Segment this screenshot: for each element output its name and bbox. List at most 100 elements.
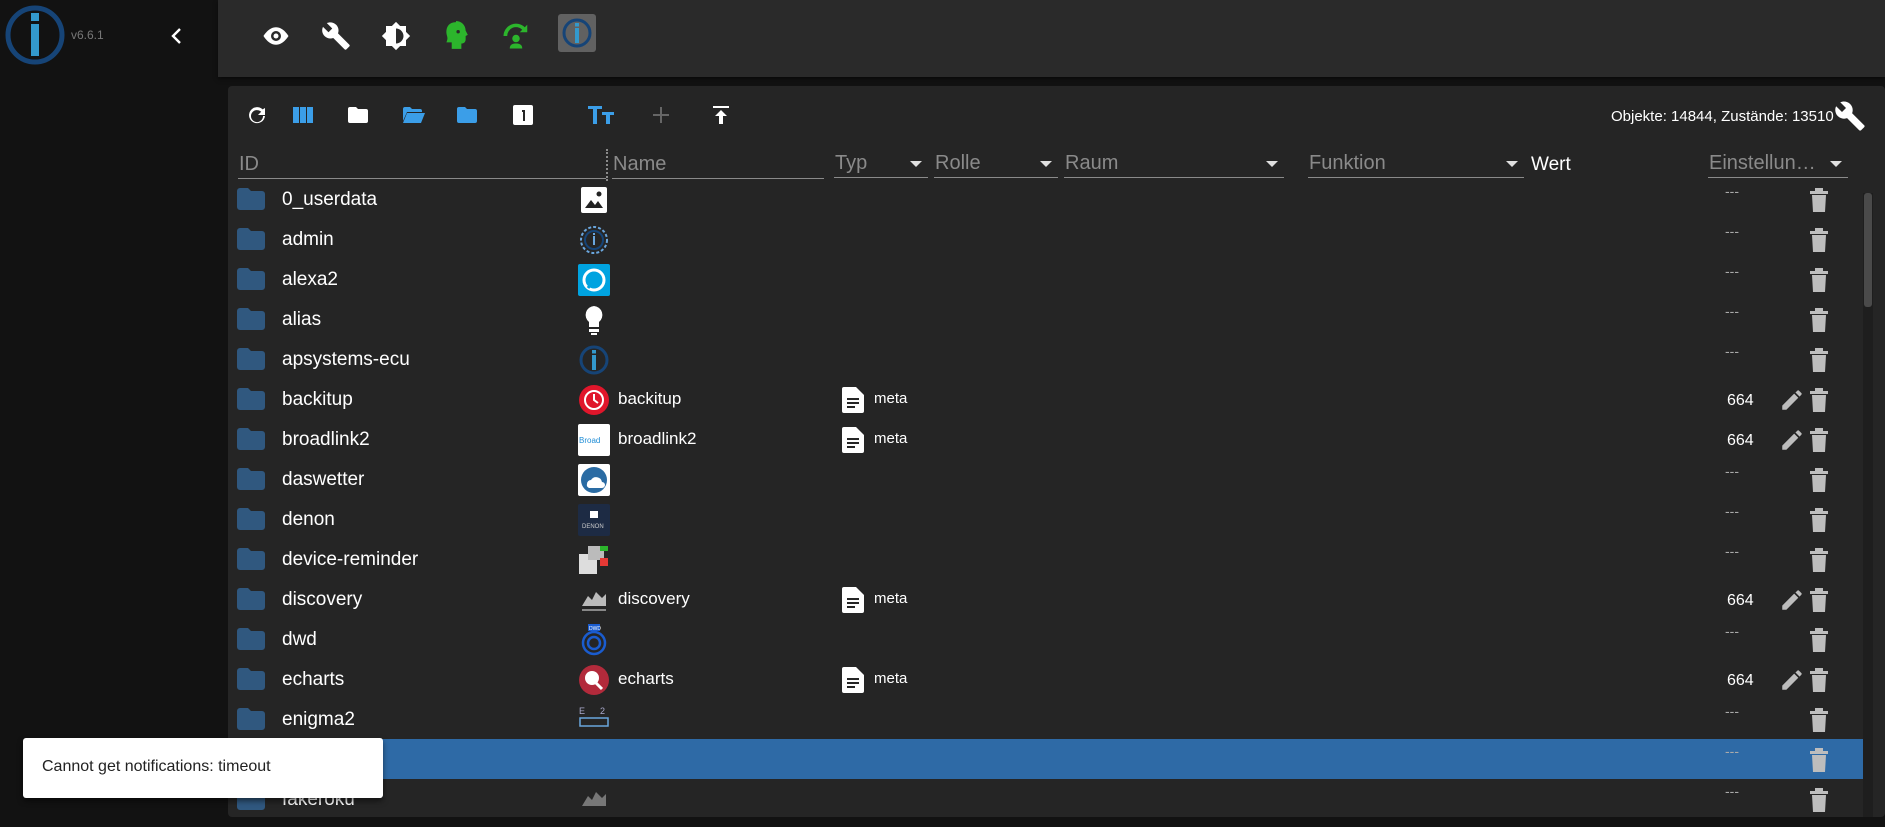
tree-row[interactable]: backitup backitup meta 664: [228, 379, 1873, 419]
delete-icon[interactable]: [1808, 747, 1832, 773]
tree-row[interactable]: alias ---: [228, 299, 1873, 339]
folder-icon[interactable]: [237, 708, 265, 730]
delete-icon[interactable]: [1808, 427, 1832, 453]
folder-icon[interactable]: [237, 268, 265, 290]
folder-icon[interactable]: [237, 628, 265, 650]
columns-icon[interactable]: [288, 100, 318, 130]
edit-icon[interactable]: [1779, 667, 1805, 693]
folder-icon[interactable]: [237, 668, 265, 690]
folder-icon[interactable]: [237, 548, 265, 570]
tree-row[interactable]: echarts echarts meta 664: [228, 659, 1873, 699]
delete-icon[interactable]: [1808, 667, 1832, 693]
function-filter[interactable]: Funktion: [1308, 152, 1524, 178]
folder-icon[interactable]: [237, 388, 265, 410]
delete-icon[interactable]: [1808, 227, 1832, 253]
number-one-icon[interactable]: [508, 100, 538, 130]
edit-icon[interactable]: [1779, 427, 1805, 453]
tree-row[interactable]: dwd DWD ---: [228, 619, 1873, 659]
iobroker-logo[interactable]: [4, 4, 66, 66]
svg-text:DENON: DENON: [582, 524, 604, 530]
delete-icon[interactable]: [1808, 347, 1832, 373]
echarts-icon: [578, 664, 610, 696]
folder-icon[interactable]: [237, 588, 265, 610]
object-id: apsystems-ecu: [282, 349, 410, 370]
folder-icon[interactable]: [452, 100, 482, 130]
tree-row[interactable]: denon DENON ---: [228, 499, 1873, 539]
object-id: broadlink2: [282, 429, 370, 450]
tree-row[interactable]: daswetter ---: [228, 459, 1873, 499]
tree-row[interactable]: alexa2 ---: [228, 259, 1873, 299]
eye-icon[interactable]: [258, 18, 294, 54]
folder-icon[interactable]: [237, 428, 265, 450]
delete-icon[interactable]: [1808, 267, 1832, 293]
wrench-icon[interactable]: [1834, 100, 1866, 132]
object-id: dwd: [282, 629, 317, 650]
settings-filter[interactable]: Einstellun…: [1708, 152, 1848, 178]
delete-icon[interactable]: [1808, 707, 1832, 733]
version-label: v6.6.1: [71, 28, 104, 42]
scrollbar-thumb[interactable]: [1864, 193, 1872, 307]
document-icon: [842, 427, 864, 453]
delete-icon[interactable]: [1808, 547, 1832, 573]
alexa-icon: [578, 264, 610, 296]
broadlink-icon: Broad: [578, 424, 610, 456]
folder-icon[interactable]: [237, 228, 265, 250]
tree-row[interactable]: device-reminder ---: [228, 539, 1873, 579]
object-type: meta: [874, 590, 908, 607]
delete-icon[interactable]: [1808, 187, 1832, 213]
delete-icon[interactable]: [1808, 387, 1832, 413]
tree-row[interactable]: admin ---: [228, 219, 1873, 259]
delete-icon[interactable]: [1808, 787, 1832, 813]
name-filter[interactable]: Name: [612, 153, 824, 179]
tree-row[interactable]: fakeroku ---: [228, 779, 1873, 817]
chevron-down-icon: [1506, 161, 1518, 167]
acl-value: 664: [1727, 432, 1754, 449]
tree-row[interactable]: enigma2 E 2 ---: [228, 699, 1873, 739]
text-size-icon[interactable]: [586, 100, 616, 130]
empty-value: ---: [1725, 303, 1739, 319]
role-filter[interactable]: Rolle: [934, 152, 1058, 178]
column-resize-handle[interactable]: [606, 149, 608, 181]
scrollbar[interactable]: [1863, 193, 1873, 817]
delete-icon[interactable]: [1808, 507, 1832, 533]
backitup-icon: [578, 384, 610, 416]
upload-icon[interactable]: [706, 100, 736, 130]
folder-icon[interactable]: [237, 348, 265, 370]
delete-icon[interactable]: [1808, 467, 1832, 493]
svg-text:2: 2: [600, 706, 605, 716]
wrench-icon[interactable]: [318, 18, 354, 54]
restart-icon[interactable]: [498, 18, 534, 54]
object-id: echarts: [282, 669, 345, 690]
edit-icon[interactable]: [1779, 387, 1805, 413]
folder-icon[interactable]: [237, 468, 265, 490]
folder-icon[interactable]: [237, 188, 265, 210]
tree-row[interactable]: apsystems-ecu ---: [228, 339, 1873, 379]
tree-row[interactable]: discovery discovery meta 664: [228, 579, 1873, 619]
folder-icon[interactable]: [237, 508, 265, 530]
tree-row[interactable]: ---: [228, 739, 1873, 779]
folder-open-icon[interactable]: [398, 100, 428, 130]
folder-closed-icon[interactable]: [343, 100, 373, 130]
notification-toast: Cannot get notifications: timeout: [23, 738, 383, 798]
chevron-left-icon[interactable]: [166, 24, 188, 48]
delete-icon[interactable]: [1808, 307, 1832, 333]
tree-row[interactable]: broadlink2 Broad broadlink2 meta 664: [228, 419, 1873, 459]
expert-mode-icon[interactable]: [438, 18, 474, 54]
tree-row[interactable]: 0_userdata ---: [228, 179, 1873, 219]
object-id: denon: [282, 509, 335, 530]
refresh-icon[interactable]: [242, 100, 272, 130]
delete-icon[interactable]: [1808, 587, 1832, 613]
brightness-icon[interactable]: [378, 18, 414, 54]
svg-text:E: E: [579, 706, 585, 716]
empty-value: ---: [1725, 623, 1739, 639]
edit-icon[interactable]: [1779, 587, 1805, 613]
type-filter[interactable]: Typ: [834, 152, 928, 178]
add-icon[interactable]: [646, 100, 676, 130]
iobroker-icon: [578, 344, 610, 376]
iobroker-logo-icon[interactable]: [558, 14, 596, 52]
room-filter[interactable]: Raum: [1064, 152, 1284, 178]
delete-icon[interactable]: [1808, 627, 1832, 653]
id-filter[interactable]: ID: [238, 153, 606, 179]
folder-icon[interactable]: [237, 308, 265, 330]
object-id: admin: [282, 229, 334, 250]
